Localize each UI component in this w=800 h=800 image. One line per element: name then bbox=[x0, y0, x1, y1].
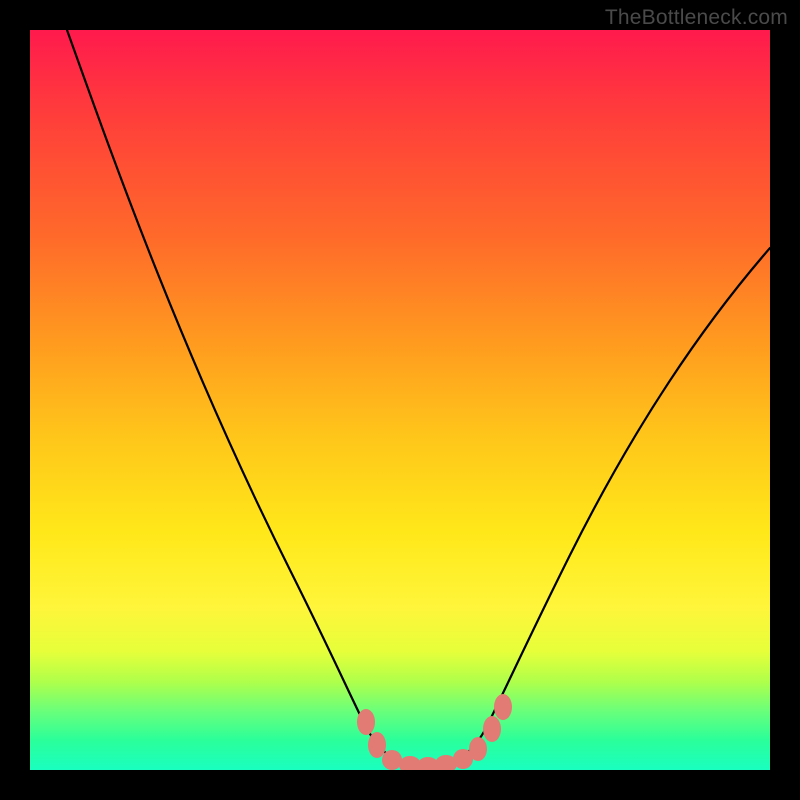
curve-marker bbox=[469, 737, 487, 761]
curve-marker bbox=[357, 709, 375, 735]
bottleneck-curve bbox=[67, 30, 770, 765]
curve-marker bbox=[368, 732, 386, 758]
watermark-text: TheBottleneck.com bbox=[605, 6, 788, 30]
curve-marker bbox=[382, 750, 402, 770]
curve-marker bbox=[483, 716, 501, 742]
plot-area bbox=[30, 30, 770, 770]
curve-marker bbox=[494, 694, 512, 720]
chart-frame: TheBottleneck.com bbox=[0, 0, 800, 800]
curve-svg bbox=[30, 30, 770, 770]
